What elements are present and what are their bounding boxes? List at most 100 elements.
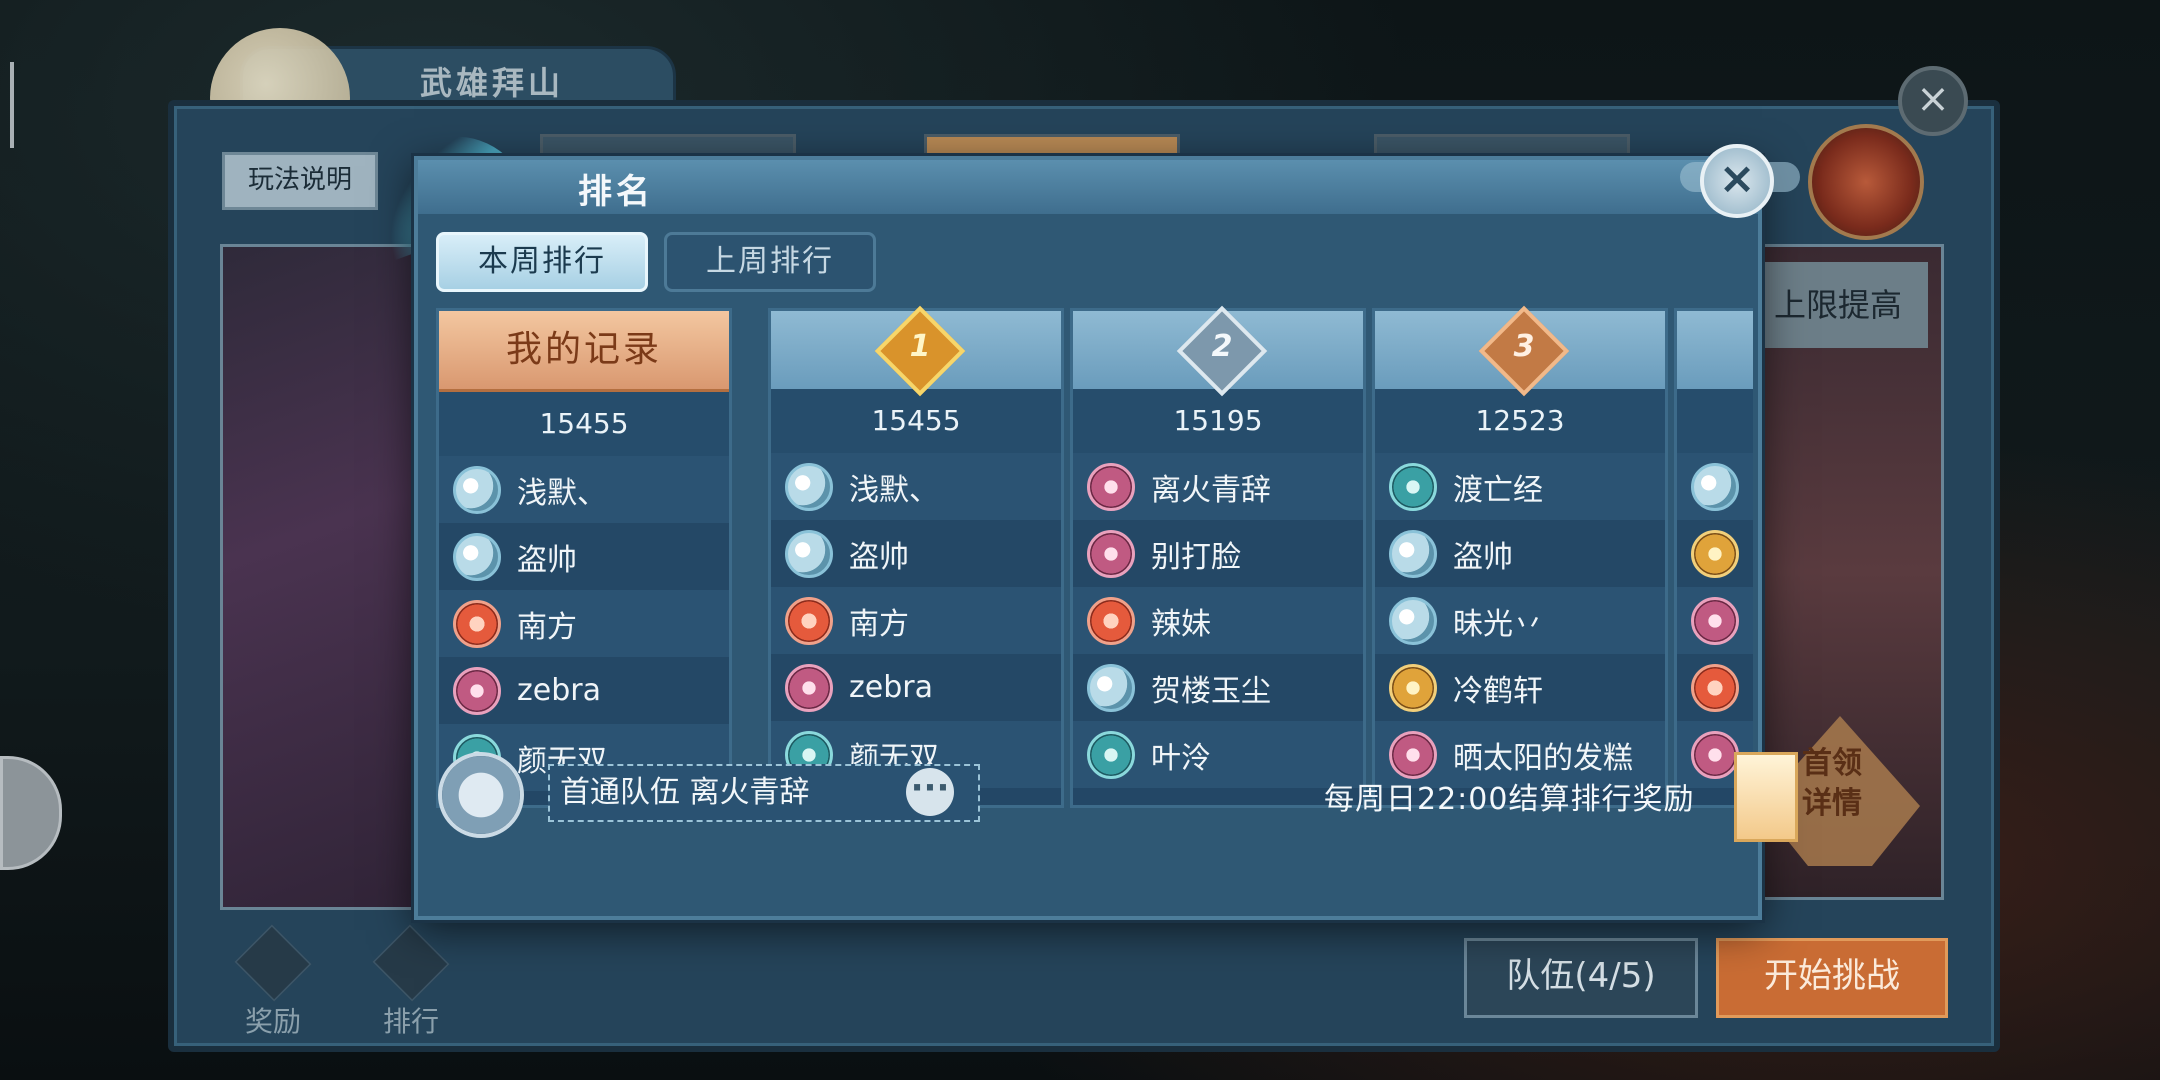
silver-rank-badge-icon: 2 (1176, 305, 1268, 397)
member-name: 盗帅 (517, 542, 577, 578)
member-name: zebra (517, 673, 601, 708)
member-name: 晒太阳的发糕 (1453, 740, 1633, 776)
member-row[interactable]: 盗帅 (439, 523, 729, 590)
rank-button[interactable]: 排行 (366, 924, 456, 1040)
rank-number: 3 (1513, 329, 1535, 364)
member-row[interactable]: 冷鹤轩 (1375, 654, 1665, 721)
fire-sect-icon (453, 599, 501, 648)
rank-2-header: 2 (1073, 305, 1363, 397)
member-row[interactable]: 盗帅 (1375, 520, 1665, 587)
rank-score: 15455 (771, 389, 1061, 453)
member-name: 浅默、 (849, 472, 939, 508)
rank-score: 12523 (1375, 389, 1665, 453)
leader-detail-label[interactable]: 首领详情 (1792, 744, 1872, 824)
my-record-column: 我的记录 15455 浅默、 盗帅 南方 zebra 颜无双 (436, 308, 732, 808)
member-name: 辣妹 (1151, 606, 1211, 642)
member-name: 浅默、 (517, 475, 607, 511)
modal-header: 排名 (418, 160, 1758, 214)
blade-sect-icon (785, 663, 833, 712)
member-row[interactable] (1677, 587, 1753, 654)
member-name: 昧光丷 (1453, 606, 1543, 642)
taiji-sect-icon (453, 465, 501, 514)
member-row[interactable]: 别打脸 (1073, 520, 1363, 587)
rank-score: 15195 (1073, 389, 1363, 453)
blade-sect-icon (1691, 596, 1739, 645)
member-row[interactable]: 浅默、 (771, 453, 1061, 520)
member-name: 南方 (517, 609, 577, 645)
member-name: 渡亡经 (1453, 472, 1543, 508)
rank-4-header (1677, 311, 1753, 389)
fire-sect-icon (1691, 663, 1739, 712)
my-record-score: 15455 (439, 392, 729, 456)
team-button[interactable]: 队伍(4/5) (1464, 938, 1698, 1018)
member-row[interactable] (1677, 453, 1753, 520)
close-icon[interactable]: × (1700, 144, 1774, 218)
chest-icon[interactable] (438, 752, 524, 838)
member-row[interactable]: 盗帅 (771, 520, 1061, 587)
member-name: 冷鹤轩 (1453, 673, 1543, 709)
rank-4-column-partial (1674, 308, 1753, 808)
member-row[interactable]: 昧光丷 (1375, 587, 1665, 654)
boss-avatar[interactable] (1808, 124, 1924, 240)
rank-number: 2 (1211, 329, 1233, 364)
sword-sect-icon (1389, 462, 1437, 511)
taiji-sect-icon (1389, 596, 1437, 645)
member-name: 南方 (849, 606, 909, 642)
member-row[interactable] (1677, 520, 1753, 587)
start-challenge-button[interactable]: 开始挑战 (1716, 938, 1948, 1018)
member-name: 贺楼玉尘 (1151, 673, 1271, 709)
member-row[interactable]: zebra (771, 654, 1061, 721)
member-row[interactable]: 叶泠 (1073, 721, 1363, 788)
rank-3-column: 3 12523 渡亡经 盗帅 昧光丷 冷鹤轩 晒太阳的发糕 (1372, 305, 1668, 808)
modal-title: 排名 (578, 172, 654, 212)
swirl-sect-icon (1691, 529, 1739, 578)
member-row[interactable]: 辣妹 (1073, 587, 1363, 654)
member-name: 叶泠 (1151, 740, 1211, 776)
blade-sect-icon (1087, 529, 1135, 578)
rank-4-score (1677, 389, 1753, 453)
help-button[interactable]: 玩法说明 (222, 152, 378, 210)
member-row[interactable]: 南方 (771, 587, 1061, 654)
outer-title: 武雄拜山 (420, 64, 565, 102)
taiji-sect-icon (785, 529, 833, 578)
member-name: 离火青辞 (1151, 472, 1271, 508)
member-row[interactable]: 离火青辞 (1073, 453, 1363, 520)
member-name: 盗帅 (1453, 539, 1513, 575)
member-row[interactable]: zebra (439, 657, 729, 724)
member-row[interactable]: 南方 (439, 590, 729, 657)
more-icon[interactable]: ··· (906, 768, 954, 816)
my-record-header: 我的记录 (439, 311, 729, 392)
sword-sect-icon (1087, 730, 1135, 779)
tab-last-week[interactable]: 上周排行 (664, 232, 876, 292)
member-name: zebra (849, 670, 933, 705)
taiji-sect-icon (1691, 462, 1739, 511)
reward-button[interactable]: 奖励 (228, 924, 318, 1040)
limit-up-label: 上限提高 (1748, 262, 1928, 348)
rank-3-header: 3 (1375, 305, 1665, 397)
blade-sect-icon (1691, 730, 1739, 779)
member-name: 盗帅 (849, 539, 909, 575)
blade-sect-icon (453, 666, 501, 715)
rank-label: 排行 (382, 1005, 439, 1038)
reward-label: 奖励 (244, 1005, 301, 1038)
rank-1-header: 1 (771, 305, 1061, 397)
taiji-sect-icon (1389, 529, 1437, 578)
taiji-sect-icon (785, 462, 833, 511)
chest-icon (234, 924, 312, 1002)
rank-modal: 排名 本周排行 上周排行 我的记录 15455 浅默、 盗帅 南方 zebra … (414, 156, 1798, 920)
rank-1-column: 1 15455 浅默、 盗帅 南方 zebra 颜无双 (768, 305, 1064, 808)
tab-this-week[interactable]: 本周排行 (436, 232, 648, 292)
taiji-sect-icon (453, 532, 501, 581)
fire-sect-icon (1087, 596, 1135, 645)
bronze-rank-badge-icon: 3 (1478, 305, 1570, 397)
side-scroll-bar (10, 62, 14, 148)
member-row[interactable] (1677, 654, 1753, 721)
gold-rank-badge-icon: 1 (874, 305, 966, 397)
outer-close-icon[interactable]: × (1898, 66, 1968, 136)
rank-number: 1 (909, 329, 931, 364)
member-row[interactable]: 浅默、 (439, 456, 729, 523)
member-row[interactable]: 贺楼玉尘 (1073, 654, 1363, 721)
member-row[interactable]: 渡亡经 (1375, 453, 1665, 520)
fire-sect-icon (785, 596, 833, 645)
blade-sect-icon (1389, 730, 1437, 779)
